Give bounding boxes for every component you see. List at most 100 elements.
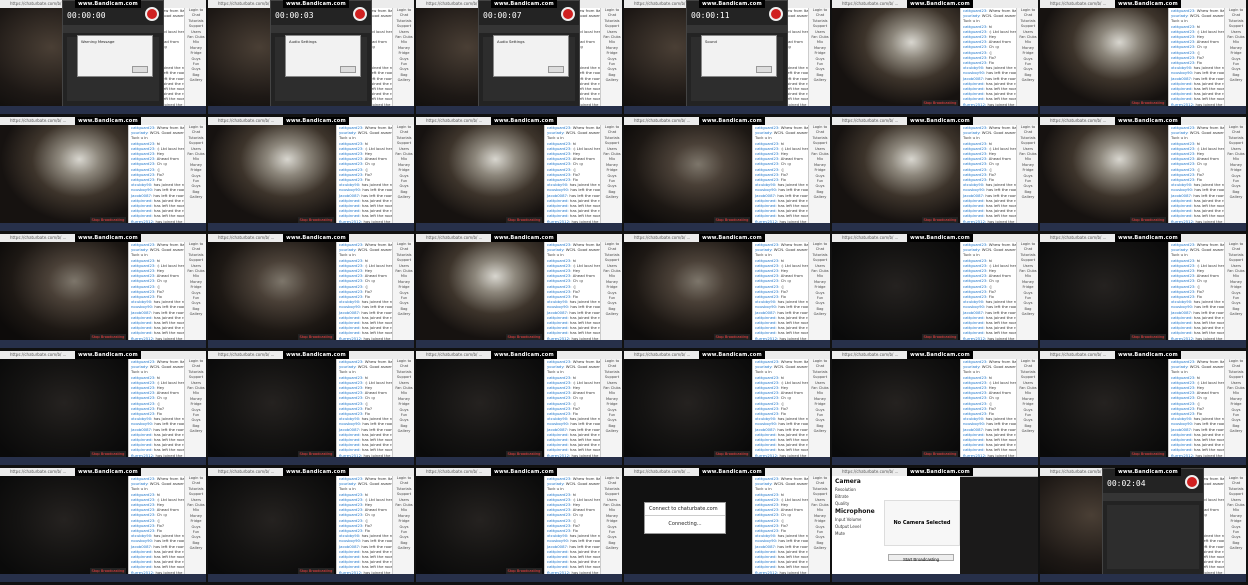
side-menu-item[interactable]: Money Fridge [809,514,830,525]
side-menu-item[interactable]: Login to Chat [1017,242,1038,253]
thumbnail-tile[interactable]: https://chaturbate.com/b/ ...cattguard23… [208,234,414,348]
side-menu-item[interactable]: Gallery [809,546,830,551]
side-menu-item[interactable]: Support [1225,141,1246,146]
side-menu-item[interactable]: Money Fridge [601,514,622,525]
side-menu-item[interactable]: Login to Chat [1225,125,1246,136]
recorder-toolbar[interactable] [63,25,163,33]
side-menu-item[interactable]: Support [809,258,830,263]
side-menu-item[interactable]: Login to Chat [393,125,414,136]
side-menu-item[interactable]: Money Fridge [809,46,830,57]
side-menu-item[interactable]: Gallery [601,78,622,83]
side-menu-item[interactable]: Login to Chat [1017,359,1038,370]
side-menu-item[interactable]: Gallery [185,546,206,551]
side-menu-item[interactable]: Gallery [1225,429,1246,434]
side-menu-item[interactable]: Money Fridge [601,397,622,408]
side-menu-item[interactable]: Gallery [393,546,414,551]
side-menu-item[interactable]: Money Fridge [1017,397,1038,408]
side-menu-item[interactable]: Login to Chat [809,8,830,19]
side-menu-item[interactable]: Support [393,24,414,29]
dialog-ok-button[interactable] [340,66,356,73]
side-menu-item[interactable]: Money Fridge [393,163,414,174]
thumbnail-tile[interactable]: https://chaturbate.com/b/ ...cattguard23… [832,0,1038,114]
side-menu-item[interactable]: Support [393,375,414,380]
thumbnail-tile[interactable]: https://chaturbate.com/b/ ...cattguard23… [0,234,206,348]
side-menu-item[interactable]: Gallery [185,429,206,434]
side-menu-item[interactable]: Support [809,492,830,497]
side-menu-item[interactable]: Gallery [1017,312,1038,317]
side-menu-item[interactable]: Login to Chat [809,242,830,253]
side-menu-item[interactable]: Support [1225,258,1246,263]
side-menu-item[interactable]: Gallery [393,429,414,434]
side-menu-item[interactable]: Money Fridge [185,397,206,408]
recorder-toolbar[interactable] [271,25,371,33]
record-button[interactable] [769,7,783,21]
start-broadcasting-button[interactable]: Start Broadcasting [888,554,954,562]
side-menu-item[interactable]: Gallery [393,312,414,317]
side-menu-item[interactable]: Login to Chat [601,359,622,370]
side-menu-item[interactable]: Support [809,375,830,380]
side-menu-item[interactable]: Money Fridge [1225,46,1246,57]
side-menu-item[interactable]: Login to Chat [185,242,206,253]
thumbnail-tile[interactable]: https://chaturbate.com/b/ ...cattguard23… [624,0,830,114]
side-menu-item[interactable]: Money Fridge [393,46,414,57]
side-menu-item[interactable]: Gallery [1017,78,1038,83]
dialog-ok-button[interactable] [756,66,772,73]
side-menu-item[interactable]: Support [1225,24,1246,29]
side-menu-item[interactable]: Support [601,375,622,380]
side-menu-item[interactable]: Money Fridge [601,163,622,174]
side-menu-item[interactable]: Support [393,258,414,263]
side-menu-item[interactable]: Gallery [1017,195,1038,200]
side-menu-item[interactable]: Gallery [809,195,830,200]
side-menu-item[interactable]: Login to Chat [185,8,206,19]
thumbnail-tile[interactable]: https://chaturbate.com/b/ ...cattguard23… [832,234,1038,348]
side-menu-item[interactable]: Gallery [1225,546,1246,551]
side-menu-item[interactable]: Login to Chat [601,8,622,19]
side-menu-item[interactable]: Gallery [1225,312,1246,317]
side-menu-item[interactable]: Gallery [809,312,830,317]
thumbnail-tile[interactable]: https://chaturbate.com/b/ ... Camera Resol… [832,468,1038,582]
side-menu-item[interactable]: Money Fridge [185,514,206,525]
thumbnail-tile[interactable]: https://chaturbate.com/b/ ...cattguard23… [0,117,206,231]
side-menu-item[interactable]: Support [601,258,622,263]
side-menu-item[interactable]: Login to Chat [185,359,206,370]
side-menu-item[interactable]: Support [809,24,830,29]
side-menu-item[interactable]: Support [393,141,414,146]
thumbnail-tile[interactable]: https://chaturbate.com/b/ ...cattguard23… [1040,0,1246,114]
side-menu-item[interactable]: Login to Chat [809,359,830,370]
side-menu-item[interactable]: Money Fridge [1017,46,1038,57]
side-menu-item[interactable]: Gallery [393,195,414,200]
side-menu-item[interactable]: Gallery [185,312,206,317]
thumbnail-tile[interactable]: https://chaturbate.com/b/ ...cattguard23… [416,468,622,582]
side-menu-item[interactable]: Gallery [185,78,206,83]
side-menu-item[interactable]: Login to Chat [809,125,830,136]
side-menu-item[interactable]: Gallery [1017,429,1038,434]
side-menu-item[interactable]: Money Fridge [601,46,622,57]
thumbnail-tile[interactable]: https://chaturbate.com/b/ ...cattguard23… [0,0,206,114]
side-menu-item[interactable]: Support [185,24,206,29]
side-menu-item[interactable]: Login to Chat [393,8,414,19]
record-button[interactable] [561,7,575,21]
side-menu-item[interactable]: Support [1225,375,1246,380]
thumbnail-tile[interactable]: https://chaturbate.com/b/ ...cattguard23… [624,351,830,465]
thumbnail-tile[interactable]: https://chaturbate.com/b/ ...cattguard23… [1040,468,1246,582]
thumbnail-tile[interactable]: https://chaturbate.com/b/ ...cattguard23… [416,351,622,465]
thumbnail-tile[interactable]: https://chaturbate.com/b/ ...cattguard23… [208,351,414,465]
record-button[interactable] [145,7,159,21]
side-menu-item[interactable]: Money Fridge [1225,397,1246,408]
side-menu-item[interactable]: Money Fridge [185,280,206,291]
side-menu-item[interactable]: Money Fridge [1017,280,1038,291]
side-menu-item[interactable]: Money Fridge [1225,514,1246,525]
thumbnail-tile[interactable]: https://chaturbate.com/b/ ...cattguard23… [0,468,206,582]
thumbnail-tile[interactable]: https://chaturbate.com/b/ ...cattguard23… [832,117,1038,231]
thumbnail-tile[interactable]: https://chaturbate.com/b/ ...cattguard23… [208,117,414,231]
side-menu-item[interactable]: Support [809,141,830,146]
side-menu-item[interactable]: Gallery [601,546,622,551]
thumbnail-tile[interactable]: https://chaturbate.com/b/ ...cattguard23… [624,117,830,231]
record-button[interactable] [1185,475,1199,489]
side-menu-item[interactable]: Gallery [1225,195,1246,200]
side-menu-item[interactable]: Money Fridge [393,280,414,291]
side-menu-item[interactable]: Gallery [393,78,414,83]
dialog-ok-button[interactable] [548,66,564,73]
side-menu-item[interactable]: Money Fridge [809,163,830,174]
side-menu-item[interactable]: Money Fridge [601,280,622,291]
